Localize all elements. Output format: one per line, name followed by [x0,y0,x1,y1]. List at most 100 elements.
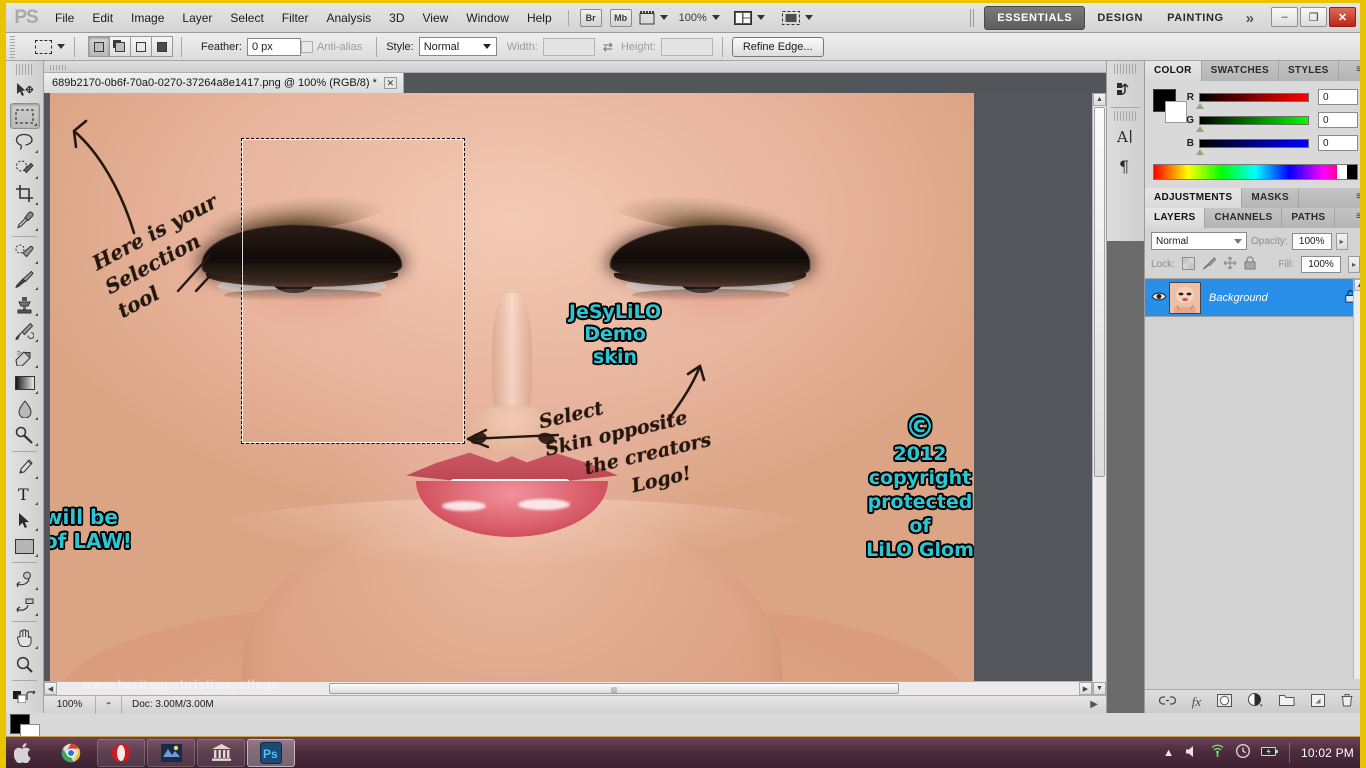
close-document-icon[interactable]: ✕ [383,77,397,89]
taskbar-bank-icon[interactable] [197,738,245,767]
layer-thumbnail[interactable] [1169,281,1201,314]
pen-tool[interactable] [10,455,40,481]
lock-image-pixels-icon[interactable] [1202,256,1217,273]
menu-help[interactable]: Help [518,3,561,33]
screen-mode-button[interactable] [781,10,813,25]
channel-b-thumb[interactable] [1196,148,1204,155]
spectrum-white-swatch[interactable] [1337,165,1347,179]
arrange-documents-button[interactable] [733,10,765,25]
path-selection-tool[interactable] [10,507,40,533]
layer-row-background[interactable]: Background [1145,279,1360,317]
color-spectrum-bar[interactable] [1153,164,1358,180]
refine-edge-button[interactable]: Refine Edge... [731,36,824,57]
menu-image[interactable]: Image [122,3,173,33]
color-panel-menu-icon[interactable]: ≡ [1356,64,1360,75]
menu-select[interactable]: Select [221,3,272,33]
tool-preset-chevron-down-icon[interactable] [57,44,65,49]
feather-input[interactable]: 0 px [246,37,301,56]
battery-icon[interactable] [1261,746,1278,760]
layer-visibility-icon[interactable] [1149,291,1169,305]
rectangular-marquee-tool[interactable] [9,103,40,129]
channel-r-slider[interactable] [1196,92,1309,109]
mini-bridge-icon[interactable]: Mb [609,8,632,27]
restore-button[interactable]: ❐ [1300,7,1327,27]
minimize-button[interactable]: – [1271,7,1298,27]
view-extras-button[interactable] [639,10,668,25]
channel-g-value[interactable]: 0 [1318,112,1358,128]
hand-tool[interactable] [10,625,40,651]
rectangular-marquee-icon[interactable] [35,39,52,54]
volume-icon[interactable] [1185,745,1199,761]
history-brush-tool[interactable] [10,318,40,344]
zoom-tool[interactable] [10,651,40,677]
subtract-from-selection-button[interactable] [130,36,152,57]
opacity-input[interactable]: 100% [1291,232,1332,250]
delete-icon[interactable] [1341,693,1353,710]
eraser-tool[interactable] [10,344,40,370]
tab-adjustments[interactable]: ADJUSTMENTS [1145,188,1243,208]
layer-name[interactable]: Background [1209,292,1268,304]
tab-styles[interactable]: STYLES [1279,61,1339,81]
channel-g-thumb[interactable] [1196,125,1204,132]
tab-color[interactable]: COLOR [1145,61,1202,81]
zoom-level-value[interactable]: 100% [679,12,707,24]
channel-g-slider[interactable] [1196,115,1309,132]
crop-tool[interactable] [10,181,40,207]
network-icon[interactable] [1210,744,1225,761]
channel-b-value[interactable]: 0 [1318,135,1358,151]
channel-r-value[interactable]: 0 [1318,89,1358,105]
layers-list-scrollbar[interactable]: ▲ [1353,279,1360,679]
menu-window[interactable]: Window [457,3,518,33]
status-zoom-value[interactable]: 100% [44,695,96,714]
scroll-down-button[interactable]: ▼ [1093,682,1106,695]
status-doc-info[interactable]: Doc: 3.00M/3.00M [122,699,224,710]
tab-masks[interactable]: MASKS [1242,188,1299,208]
swap-dimensions-icon[interactable]: ⇄ [603,40,613,54]
mask-icon[interactable] [1217,693,1233,710]
adjustments-panel-menu-icon[interactable]: ≡ [1356,191,1360,202]
document-dock-grip[interactable] [44,61,1106,73]
fill-input[interactable]: 100% [1301,256,1341,273]
menu-3d[interactable]: 3D [380,3,413,33]
rectangle-shape-tool[interactable] [10,533,40,559]
workspace-more-icon[interactable]: » [1236,10,1264,27]
brush-tool[interactable] [10,266,40,292]
menu-file[interactable]: File [46,3,83,33]
taskbar-opera-icon[interactable] [97,738,145,767]
canvas-viewport[interactable]: Here is your Selection tool Select Skin … [44,93,1092,695]
menu-view[interactable]: View [413,3,457,33]
show-hidden-icons-icon[interactable]: ▲ [1163,747,1174,759]
quick-selection-tool[interactable] [10,155,40,181]
toolbox-grip[interactable] [16,64,33,75]
canvas-horizontal-scrollbar[interactable]: ◀ ▥ ▶ [44,681,1092,695]
status-expand-icon[interactable]: ▶ [1090,699,1106,710]
action-center-icon[interactable] [1236,743,1251,761]
blend-mode-select[interactable]: Normal [1151,232,1247,250]
horizontal-type-tool[interactable]: T [10,481,40,507]
width-input[interactable] [542,37,595,56]
menu-edit[interactable]: Edit [83,3,122,33]
taskbar-chrome-icon[interactable] [47,739,95,767]
group-icon[interactable] [1279,694,1295,709]
intersect-selection-button[interactable] [151,36,173,57]
character-panel-icon[interactable]: A [1112,121,1140,151]
style-select[interactable]: Normal [418,37,497,56]
selection-marquee[interactable] [241,138,465,444]
layers-scroll-up-button[interactable]: ▲ [1354,279,1360,291]
taskbar-media-player-icon[interactable] [147,738,195,767]
default-colors-and-swap[interactable] [10,684,40,710]
start-button[interactable] [6,737,46,768]
gradient-tool[interactable] [10,370,40,396]
rotate-3d-camera-tool[interactable] [10,592,40,618]
layers-panel-menu-icon[interactable]: ≡ [1356,211,1360,222]
color-panel-background-swatch[interactable] [1165,101,1187,123]
zoom-chevron-down-icon[interactable] [711,15,720,20]
vertical-scroll-thumb[interactable] [1094,107,1105,477]
tab-layers[interactable]: LAYERS [1145,208,1206,228]
lock-transparent-pixels-icon[interactable] [1181,256,1195,273]
workspace-painting[interactable]: PAINTING [1155,7,1236,29]
chevron-down-icon[interactable] [659,15,668,20]
spot-healing-brush-tool[interactable] [10,240,40,266]
link-icon[interactable] [1158,695,1176,709]
mini-dock-grip-1[interactable] [1114,64,1137,74]
